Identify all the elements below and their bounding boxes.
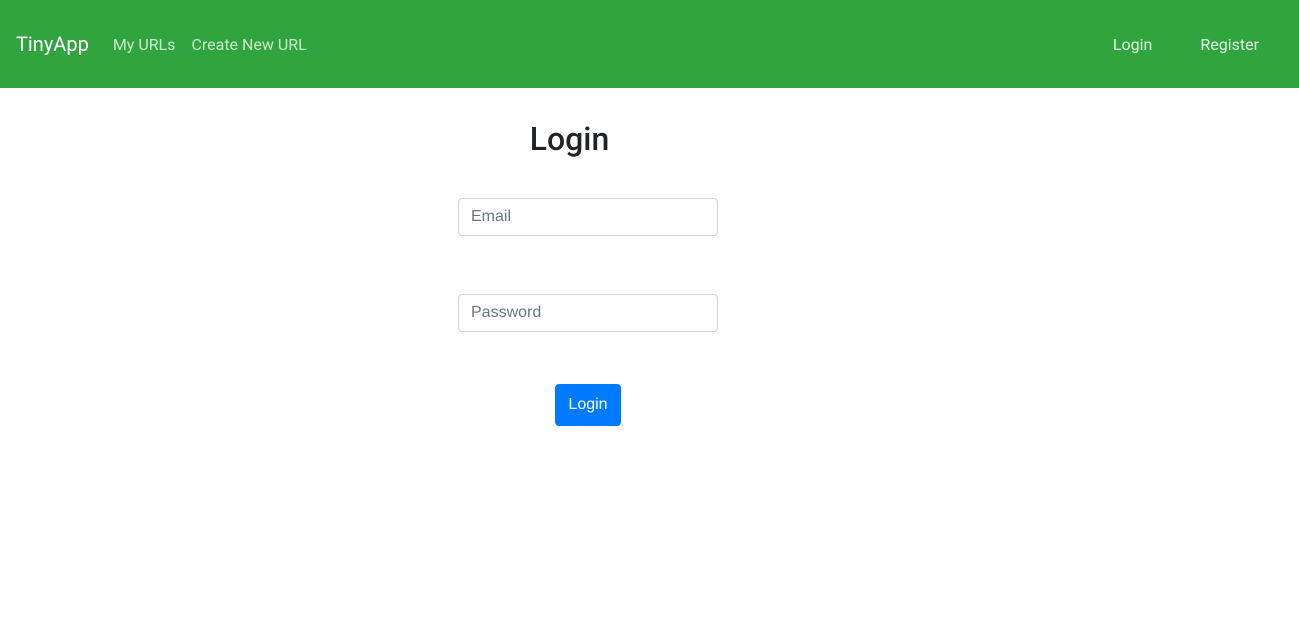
password-form-group bbox=[458, 294, 718, 332]
login-button[interactable]: Login bbox=[555, 384, 620, 426]
email-form-group bbox=[458, 198, 718, 236]
nav-link-login[interactable]: Login bbox=[1113, 35, 1152, 54]
nav-link-my-urls[interactable]: My URLs bbox=[113, 35, 176, 54]
navbar: TinyApp My URLs Create New URL Login Reg… bbox=[0, 0, 1299, 88]
brand-link[interactable]: TinyApp bbox=[16, 32, 89, 56]
nav-links-left: My URLs Create New URL bbox=[113, 35, 307, 54]
navbar-right: Login Register bbox=[1113, 35, 1279, 54]
nav-link-create-new-url[interactable]: Create New URL bbox=[191, 35, 306, 54]
navbar-left: TinyApp My URLs Create New URL bbox=[16, 32, 307, 56]
password-input[interactable] bbox=[458, 294, 718, 332]
content: Login Login bbox=[0, 88, 1299, 426]
login-form: Login bbox=[458, 198, 718, 426]
page-title: Login bbox=[0, 120, 1299, 158]
button-wrapper: Login bbox=[458, 384, 718, 426]
email-input[interactable] bbox=[458, 198, 718, 236]
nav-link-register[interactable]: Register bbox=[1200, 35, 1259, 54]
